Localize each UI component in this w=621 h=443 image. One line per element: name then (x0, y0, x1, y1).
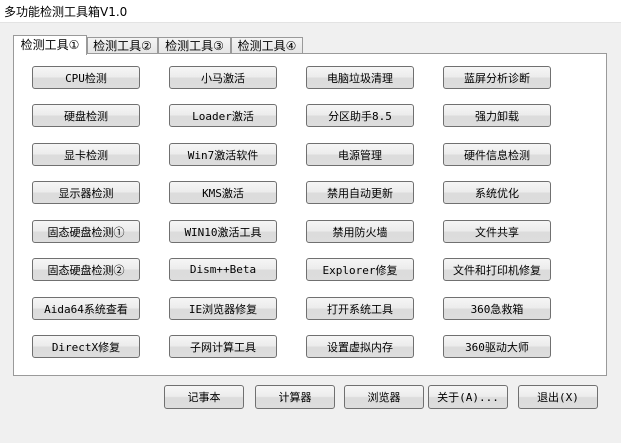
system-optimize-button[interactable]: 系统优化 (443, 181, 551, 204)
explorer-repair-button[interactable]: Explorer修复 (306, 258, 414, 281)
notepad-button[interactable]: 记事本 (164, 385, 244, 409)
main-window: 多功能检测工具箱V1.0 检测工具① 检测工具② 检测工具③ 检测工具④ CPU… (0, 0, 621, 443)
disable-auto-update-button[interactable]: 禁用自动更新 (306, 181, 414, 204)
tab-tools-1[interactable]: 检测工具① (13, 35, 87, 55)
browser-button[interactable]: 浏览器 (344, 385, 424, 409)
open-system-tools-button[interactable]: 打开系统工具 (306, 297, 414, 320)
win10-activate-button[interactable]: WIN10激活工具 (169, 220, 277, 243)
tools-panel: CPU检测 小马激活 电脑垃圾清理 蓝屏分析诊断 硬盘检测 Loader激活 分… (13, 53, 607, 376)
tab-tools-4[interactable]: 检测工具④ (231, 37, 303, 54)
cpu-check-button[interactable]: CPU检测 (32, 66, 140, 89)
exit-button[interactable]: 退出(X) (518, 385, 598, 409)
file-sharing-button[interactable]: 文件共享 (443, 220, 551, 243)
disk-check-button[interactable]: 硬盘检测 (32, 104, 140, 127)
calculator-button[interactable]: 计算器 (255, 385, 335, 409)
gpu-check-button[interactable]: 显卡检测 (32, 143, 140, 166)
tab-tools-3[interactable]: 检测工具③ (158, 37, 231, 54)
virtual-memory-button[interactable]: 设置虚拟内存 (306, 335, 414, 358)
file-printer-repair-button[interactable]: 文件和打印机修复 (443, 258, 551, 281)
about-button[interactable]: 关于(A)... (428, 385, 508, 409)
dism-beta-button[interactable]: Dism++Beta (169, 258, 277, 281)
monitor-check-button[interactable]: 显示器检测 (32, 181, 140, 204)
power-management-button[interactable]: 电源管理 (306, 143, 414, 166)
xiaoma-activate-button[interactable]: 小马激活 (169, 66, 277, 89)
tab-tools-2[interactable]: 检测工具② (87, 37, 158, 54)
aida64-button[interactable]: Aida64系统查看 (32, 297, 140, 320)
ie-repair-button[interactable]: IE浏览器修复 (169, 297, 277, 320)
force-uninstall-button[interactable]: 强力卸载 (443, 104, 551, 127)
360-rescue-button[interactable]: 360急救箱 (443, 297, 551, 320)
kms-activate-button[interactable]: KMS激活 (169, 181, 277, 204)
hardware-info-button[interactable]: 硬件信息检测 (443, 143, 551, 166)
bluescreen-analysis-button[interactable]: 蓝屏分析诊断 (443, 66, 551, 89)
disable-firewall-button[interactable]: 禁用防火墙 (306, 220, 414, 243)
window-title: 多功能检测工具箱V1.0 (4, 5, 128, 19)
title-bar: 多功能检测工具箱V1.0 (0, 0, 621, 23)
subnet-calculator-button[interactable]: 子网计算工具 (169, 335, 277, 358)
360-driver-master-button[interactable]: 360驱动大师 (443, 335, 551, 358)
ssd-check-2-button[interactable]: 固态硬盘检测② (32, 258, 140, 281)
loader-activate-button[interactable]: Loader激活 (169, 104, 277, 127)
junk-clean-button[interactable]: 电脑垃圾清理 (306, 66, 414, 89)
ssd-check-1-button[interactable]: 固态硬盘检测① (32, 220, 140, 243)
win7-activate-button[interactable]: Win7激活软件 (169, 143, 277, 166)
directx-repair-button[interactable]: DirectX修复 (32, 335, 140, 358)
partition-assistant-button[interactable]: 分区助手8.5 (306, 104, 414, 127)
